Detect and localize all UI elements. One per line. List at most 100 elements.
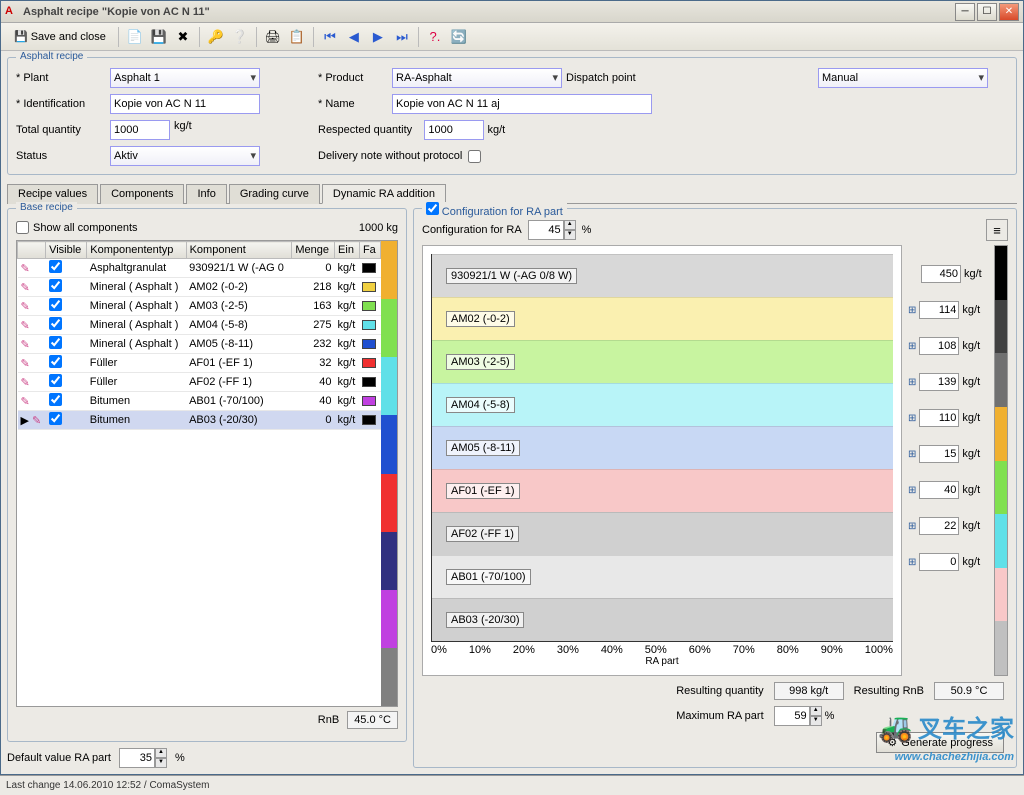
x-axis: 0%10%20%30%40%50%60%70%80%90%100%: [431, 642, 893, 656]
key-button[interactable]: 🔑: [205, 26, 227, 48]
chart-band: AB01 (-70/100): [432, 555, 893, 598]
identification-label: * Identification: [16, 98, 106, 110]
table-row[interactable]: ✎Mineral ( Asphalt )AM03 (-2-5)163kg/t: [18, 297, 381, 316]
name-label: * Name: [318, 98, 388, 110]
close-button[interactable]: ✕: [999, 3, 1019, 21]
lock-icon: ⊞: [908, 449, 916, 460]
lock-icon: ⊞: [908, 557, 916, 568]
minimize-button[interactable]: ─: [955, 3, 975, 21]
band-value-input[interactable]: [919, 517, 959, 535]
dispatch-select[interactable]: [818, 68, 988, 88]
tab-info[interactable]: Info: [186, 184, 226, 204]
band-value-row: kg/t: [908, 265, 988, 283]
generate-progress-button[interactable]: ⚙Generate progress: [876, 732, 1004, 753]
resulting-rnb-label: Resulting RnB: [854, 685, 924, 697]
last-button[interactable]: ⏭: [391, 26, 413, 48]
base-total: 1000 kg: [359, 222, 398, 234]
config-ra-checkbox[interactable]: [426, 202, 439, 215]
tab-recipe-values[interactable]: Recipe values: [7, 184, 98, 204]
table-row[interactable]: ✎FüllerAF02 (-FF 1)40kg/t: [18, 373, 381, 392]
totalq-input[interactable]: [110, 120, 170, 140]
lock-icon: ⊞: [908, 521, 916, 532]
tab-dynamic-ra-addition[interactable]: Dynamic RA addition: [322, 184, 446, 204]
lock-icon: ⊞: [908, 377, 916, 388]
band-value-input[interactable]: [919, 481, 959, 499]
chart-band: AM02 (-0-2): [432, 297, 893, 340]
product-select[interactable]: [392, 68, 562, 88]
plant-label: * Plant: [16, 72, 106, 84]
product-label: * Product: [318, 72, 388, 84]
asphalt-recipe-group: Asphalt recipe * Plant * Product Dispatc…: [7, 57, 1017, 175]
respq-input[interactable]: [424, 120, 484, 140]
band-value-input[interactable]: [919, 445, 959, 463]
table-row[interactable]: ✎Asphaltgranulat930921/1 W (-AG 00kg/t: [18, 259, 381, 278]
showall-checkbox[interactable]: [16, 221, 29, 234]
first-button[interactable]: ⏮: [319, 26, 341, 48]
tabstrip: Recipe valuesComponentsInfoGrading curve…: [7, 183, 1017, 204]
config-ra-spinner[interactable]: ▲▼: [528, 220, 576, 240]
max-ra-label: Maximum RA part: [676, 710, 763, 722]
band-value-input[interactable]: [919, 373, 959, 391]
save-button[interactable]: 💾: [148, 26, 170, 48]
maximize-button[interactable]: ☐: [977, 3, 997, 21]
chart-band: AM04 (-5-8): [432, 383, 893, 426]
config-ra-label: Configuration for RA: [422, 224, 522, 236]
x-axis-label: RA part: [431, 656, 893, 667]
resulting-qty-label: Resulting quantity: [676, 685, 763, 697]
identification-input[interactable]: [110, 94, 260, 114]
name-input[interactable]: [392, 94, 652, 114]
table-row[interactable]: ✎BitumenAB01 (-70/100)40kg/t: [18, 392, 381, 411]
band-value-row: ⊞kg/t: [908, 481, 988, 499]
preview-button[interactable]: 📋: [286, 26, 308, 48]
tab-grading-curve[interactable]: Grading curve: [229, 184, 320, 204]
default-ra-spinner[interactable]: ▲▼: [119, 748, 167, 768]
resulting-rnb-value: 50.9 °C: [934, 682, 1004, 700]
status-select[interactable]: [110, 146, 260, 166]
table-row[interactable]: ▶ ✎BitumenAB03 (-20/30)0kg/t: [18, 411, 381, 430]
band-value-input[interactable]: [919, 553, 959, 571]
band-value-input[interactable]: [919, 301, 959, 319]
chart-band: 930921/1 W (-AG 0/8 W): [432, 254, 893, 297]
status-label: Status: [16, 150, 106, 162]
window-title: Asphalt recipe "Kopie von AC N 11": [23, 6, 955, 18]
app-window: A Asphalt recipe "Kopie von AC N 11" ─ ☐…: [0, 0, 1024, 775]
components-table[interactable]: VisibleKomponententypKomponentMengeEinFa…: [17, 241, 381, 706]
chart-menu-button[interactable]: ≡: [986, 219, 1008, 241]
max-ra-spinner[interactable]: ▲▼: [774, 706, 822, 726]
config-ra-group: Configuration for RA part Configuration …: [413, 208, 1017, 768]
save-and-close-button[interactable]: 💾Save and close: [7, 26, 113, 48]
showall-label: Show all components: [33, 222, 138, 234]
band-value-row: ⊞kg/t: [908, 409, 988, 427]
table-row[interactable]: ✎Mineral ( Asphalt )AM04 (-5-8)275kg/t: [18, 316, 381, 335]
chart-band: AM03 (-2-5): [432, 340, 893, 383]
delnote-row: Delivery note without protocol: [318, 150, 656, 163]
chart-band: AF02 (-FF 1): [432, 512, 893, 555]
new-button[interactable]: 📄: [124, 26, 146, 48]
band-value-input[interactable]: [919, 409, 959, 427]
info-button[interactable]: ?.: [424, 26, 446, 48]
delnote-checkbox[interactable]: [468, 150, 481, 163]
print-button[interactable]: 🖨: [262, 26, 284, 48]
chart-band: AB03 (-20/30): [432, 598, 893, 641]
lock-icon: ⊞: [908, 341, 916, 352]
band-value-row: ⊞kg/t: [908, 373, 988, 391]
band-value-row: ⊞kg/t: [908, 517, 988, 535]
value-column: kg/t⊞kg/t⊞kg/t⊞kg/t⊞kg/t⊞kg/t⊞kg/t⊞kg/t⊞…: [908, 245, 988, 676]
tab-components[interactable]: Components: [100, 184, 184, 204]
prev-button[interactable]: ◀: [343, 26, 365, 48]
help-button[interactable]: ❔: [229, 26, 251, 48]
table-row[interactable]: ✎Mineral ( Asphalt )AM02 (-0-2)218kg/t: [18, 278, 381, 297]
delete-button[interactable]: ✖: [172, 26, 194, 48]
plant-select[interactable]: [110, 68, 260, 88]
refresh-button[interactable]: 🔄: [448, 26, 470, 48]
right-colorbar: [994, 245, 1008, 676]
rnb-label: RnB: [318, 714, 339, 726]
next-button[interactable]: ▶: [367, 26, 389, 48]
table-row[interactable]: ✎Mineral ( Asphalt )AM05 (-8-11)232kg/t: [18, 335, 381, 354]
band-value-input[interactable]: [919, 337, 959, 355]
band-value-row: ⊞kg/t: [908, 445, 988, 463]
band-value-input[interactable]: [921, 265, 961, 283]
titlebar: A Asphalt recipe "Kopie von AC N 11" ─ ☐…: [1, 1, 1023, 23]
ra-chart[interactable]: ✕ ✖: [422, 245, 902, 676]
table-row[interactable]: ✎FüllerAF01 (-EF 1)32kg/t: [18, 354, 381, 373]
